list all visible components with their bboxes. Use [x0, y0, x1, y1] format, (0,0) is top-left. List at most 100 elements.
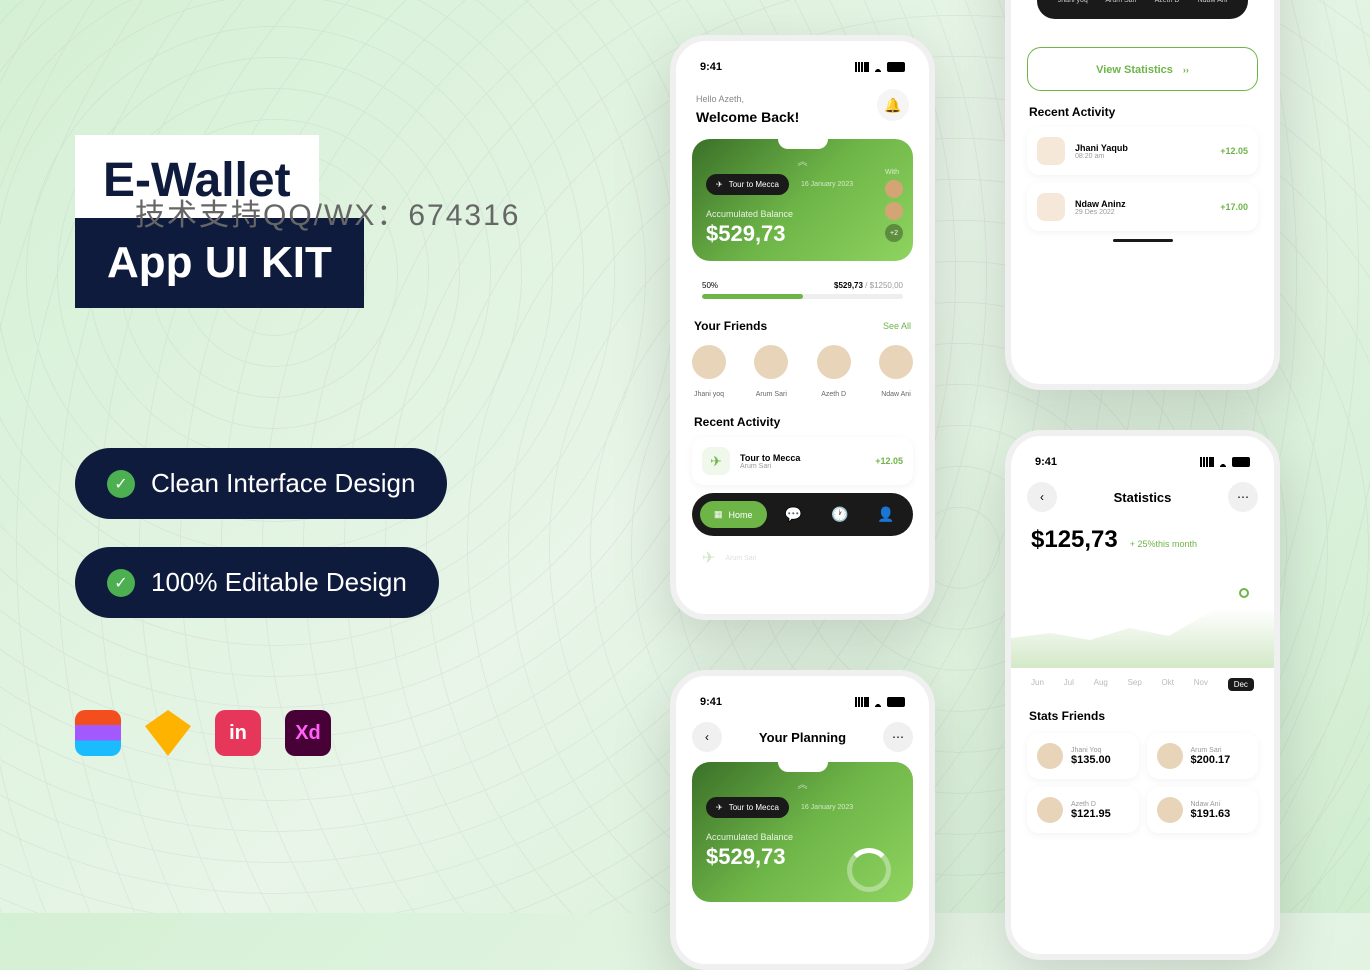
chevron-right-icon: ››	[1183, 65, 1189, 75]
battery-icon	[1232, 457, 1250, 467]
friend-item[interactable]: Jhani yoq	[692, 345, 726, 401]
trip-chip[interactable]: ✈Tour to Mecca	[706, 797, 789, 818]
watermark-text: 技术支持QQ/WX：674316	[135, 190, 520, 234]
stat-card[interactable]: Azeth D$121.95	[1027, 787, 1139, 833]
progress-card: 50% $529,73 / $1250,00	[692, 273, 913, 307]
stats-friends-heading: Stats Friends	[1029, 709, 1105, 723]
invision-icon: in	[215, 710, 261, 756]
check-icon: ✓	[107, 470, 135, 498]
month-tab[interactable]: Aug	[1094, 678, 1108, 691]
nav-home[interactable]: ▦Home	[700, 501, 767, 528]
nav-profile[interactable]: 👤	[867, 506, 905, 523]
plane-icon: ✈	[716, 803, 723, 812]
stats-chart[interactable]	[1011, 568, 1274, 668]
feature-pill-2: ✓ 100% Editable Design	[75, 547, 439, 618]
friend-item[interactable]: Azeth D	[817, 345, 851, 401]
stat-card[interactable]: Arum Sari$200.17	[1147, 733, 1259, 779]
month-tab[interactable]: Jul	[1064, 678, 1074, 691]
marketing-panel: E-Wallet 技术支持QQ/WX：674316 App UI KIT ✓ C…	[75, 135, 575, 646]
avatar	[1037, 797, 1063, 823]
status-time: 9:41	[700, 61, 722, 73]
xd-icon: Xd	[285, 710, 331, 756]
pill-1-text: Clean Interface Design	[151, 468, 415, 499]
activity-heading: Recent Activity	[1029, 105, 1115, 119]
title-appkit: App UI KIT	[107, 238, 332, 288]
friend-item[interactable]: Arum Sari	[1105, 0, 1136, 7]
progress-fill	[702, 294, 803, 299]
balance-label: Accumulated Balance	[706, 209, 899, 219]
check-icon: ✓	[107, 569, 135, 597]
greeting-small: Hello Azeth,	[696, 94, 744, 104]
page-title: Your Planning	[759, 730, 846, 745]
trip-date: 16 January 2023	[801, 181, 853, 188]
month-tab[interactable]: Jun	[1031, 678, 1044, 691]
view-statistics-button[interactable]: View Statistics››	[1027, 47, 1258, 91]
balance-amount: $529,73	[706, 221, 899, 247]
friends-heading: Your Friends	[694, 319, 767, 333]
friend-item[interactable]: Arum Sari	[754, 345, 788, 401]
progress-percent: 50%	[702, 281, 718, 290]
pill-2-text: 100% Editable Design	[151, 567, 407, 598]
phone-overview: $529,73 Jhani yoq Arum Sari Azeth D Ndaw…	[1005, 0, 1280, 390]
avatar	[1037, 193, 1065, 221]
see-all-link[interactable]: See All	[883, 321, 911, 331]
title-box-1: E-Wallet 技术支持QQ/WX：674316	[75, 135, 319, 226]
page-title: Statistics	[1114, 490, 1172, 505]
wifi-icon	[872, 697, 884, 707]
stat-card[interactable]: Jhani Yoq$135.00	[1027, 733, 1139, 779]
balance-card[interactable]: ︽ ✈Tour to Mecca 16 January 2023 Accumul…	[692, 762, 913, 902]
progress-ring	[847, 848, 891, 892]
month-tab[interactable]: Nov	[1194, 678, 1208, 691]
stat-card[interactable]: Ndaw Ani$191.63	[1147, 787, 1259, 833]
month-tab-active[interactable]: Dec	[1228, 678, 1254, 691]
nav-chat[interactable]: 💬	[775, 506, 813, 523]
activity-item[interactable]: ✈ Tour to MeccaArum Sari +12.05	[692, 437, 913, 485]
signal-icon	[855, 62, 869, 72]
phone-planning: 9:41 ‹ Your Planning ⋯ ︽ ✈Tour to Mecca …	[670, 670, 935, 970]
back-button[interactable]: ‹	[1027, 482, 1057, 512]
status-bar: 9:41	[1027, 452, 1258, 472]
plane-icon: ✈	[702, 548, 715, 568]
avatar[interactable]	[885, 180, 903, 198]
month-tab[interactable]: Okt	[1162, 678, 1174, 691]
status-time: 9:41	[1035, 456, 1057, 468]
more-avatars[interactable]: +2	[885, 224, 903, 242]
status-time: 9:41	[700, 696, 722, 708]
battery-icon	[887, 697, 905, 707]
month-tab[interactable]: Sep	[1128, 678, 1142, 691]
balance-card[interactable]: ︽ ✈Tour to Mecca 16 January 2023 Accumul…	[692, 139, 913, 261]
friend-item[interactable]: Ndaw Ani	[879, 345, 913, 401]
chevron-up-icon: ︽	[706, 153, 899, 168]
with-avatars: With +2	[885, 169, 903, 242]
stats-amount: $125,73	[1031, 526, 1118, 554]
tool-logos: in Xd	[75, 710, 331, 756]
activity-item[interactable]: Jhani Yaqub08:20 am +12.05	[1027, 127, 1258, 175]
avatar[interactable]	[885, 202, 903, 220]
trip-chip[interactable]: ✈Tour to Mecca	[706, 174, 789, 195]
signal-icon	[1200, 457, 1214, 467]
notification-button[interactable]: 🔔	[877, 89, 909, 121]
with-label: With	[885, 169, 903, 176]
wifi-icon	[872, 62, 884, 72]
greeting-title: Welcome Back!	[696, 109, 799, 125]
back-button[interactable]: ‹	[692, 722, 722, 752]
friend-item[interactable]: Jhani yoq	[1058, 0, 1088, 7]
plane-icon: ✈	[702, 447, 730, 475]
status-bar: 9:41	[692, 57, 913, 77]
nav-history[interactable]: 🕐	[821, 506, 859, 523]
month-selector: Jun Jul Aug Sep Okt Nov Dec	[1027, 678, 1258, 691]
sketch-icon	[145, 710, 191, 756]
bottom-nav: ▦Home 💬 🕐 👤	[692, 493, 913, 536]
avatar	[1037, 743, 1063, 769]
avatar	[879, 345, 913, 379]
more-button[interactable]: ⋯	[883, 722, 913, 752]
friend-item[interactable]: Azeth D	[1154, 0, 1180, 7]
phone-statistics: 9:41 ‹ Statistics ⋯ $125,73 + 25%this mo…	[1005, 430, 1280, 960]
home-indicator	[1113, 239, 1173, 242]
trip-date: 16 January 2023	[801, 804, 853, 811]
more-button[interactable]: ⋯	[1228, 482, 1258, 512]
friend-item[interactable]: Ndaw Ani	[1198, 0, 1228, 7]
avatar	[754, 345, 788, 379]
activity-item[interactable]: Ndaw Aninz29 Des 2022 +17.00	[1027, 183, 1258, 231]
plane-icon: ✈	[716, 180, 723, 189]
